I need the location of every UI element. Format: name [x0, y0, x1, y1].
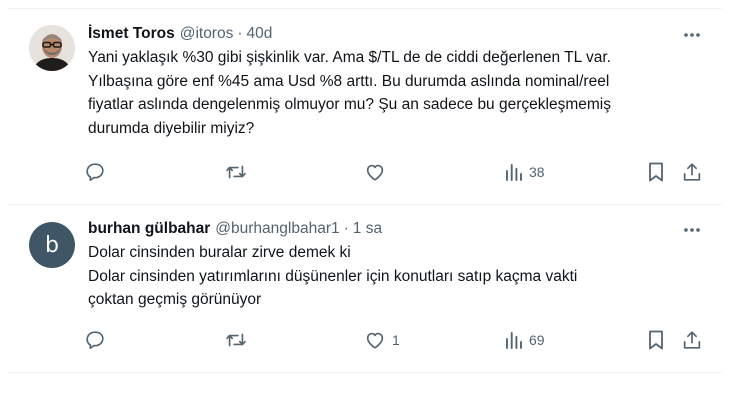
like-button[interactable]: 1 — [364, 328, 400, 352]
more-options-button[interactable] — [680, 25, 704, 45]
tweet-actions: 1 69 — [8, 328, 722, 352]
header-separator: · — [237, 25, 243, 42]
retweet-button[interactable] — [224, 328, 248, 352]
retweet-button[interactable] — [224, 160, 248, 184]
reply-button[interactable] — [84, 160, 106, 184]
heart-icon — [366, 332, 384, 349]
tweet[interactable]: İsmet Toros @itoros · 40d Yani yaklaşık … — [8, 8, 722, 205]
bookmark-button[interactable] — [647, 160, 665, 184]
reply-icon — [86, 331, 104, 350]
tweet[interactable]: b burhan gülbahar @burhanglbahar1 · 1 sa… — [8, 205, 722, 373]
tweet-timestamp[interactable]: 1 sa — [353, 218, 382, 240]
views-icon — [506, 332, 522, 349]
author-name[interactable]: İsmet Toros — [88, 23, 175, 45]
views-button[interactable]: 38 — [505, 160, 545, 184]
bookmark-icon — [649, 330, 663, 350]
tweet-text-line: çoktan geçmiş görünüyor — [88, 291, 262, 308]
share-button[interactable] — [681, 328, 703, 352]
reply-icon — [86, 163, 104, 182]
header-separator: · — [343, 220, 349, 237]
reply-button[interactable] — [84, 328, 106, 352]
tweet-text: Yani yaklaşık %30 gibi şişkinlik var. Am… — [88, 46, 710, 140]
share-button[interactable] — [681, 160, 703, 184]
like-button[interactable] — [364, 160, 392, 184]
tweet-text-line: durumda diyebilir miyiz? — [88, 119, 255, 137]
author-handle[interactable]: @itoros — [180, 23, 234, 45]
tweet-text-line: Yani yaklaşık %30 gibi şişkinlik var. Am… — [88, 49, 611, 66]
tweet-actions: 38 — [8, 160, 722, 184]
views-icon — [506, 164, 522, 181]
tweet-text: Dolar cinsinden buralar zirve demek ki D… — [88, 241, 710, 312]
views-count: 38 — [529, 164, 545, 180]
retweet-icon — [226, 165, 246, 179]
share-icon — [683, 163, 701, 181]
avatar-photo-icon — [29, 25, 75, 71]
author-name[interactable]: burhan gülbahar — [88, 218, 210, 240]
tweet-content: İsmet Toros @itoros · 40d Yani yaklaşık … — [88, 23, 710, 140]
more-horizontal-icon — [684, 228, 700, 232]
tweet-text-line: Dolar cinsinden buralar zirve demek ki — [88, 244, 351, 261]
bookmark-icon — [649, 162, 663, 182]
bookmark-button[interactable] — [647, 328, 665, 352]
tweet-header: burhan gülbahar @burhanglbahar1 · 1 sa — [88, 218, 710, 240]
avatar[interactable]: b — [29, 222, 75, 268]
views-button[interactable]: 69 — [505, 328, 545, 352]
retweet-icon — [226, 333, 246, 347]
timeline: İsmet Toros @itoros · 40d Yani yaklaşık … — [8, 8, 722, 373]
tweet-text-line: Yılbaşına göre enf %45 ama Usd %8 arttı.… — [88, 72, 610, 90]
tweet-text-line: Dolar cinsinden yatırımlarını düşünenler… — [88, 267, 578, 285]
views-count: 69 — [529, 332, 545, 348]
author-handle[interactable]: @burhanglbahar1 — [215, 218, 339, 240]
more-options-button[interactable] — [680, 220, 704, 240]
avatar[interactable] — [29, 25, 75, 71]
more-horizontal-icon — [684, 33, 700, 37]
share-icon — [683, 331, 701, 349]
tweet-text-line: fiyatlar aslında dengelenmiş olmuyor mu?… — [88, 96, 611, 113]
like-count: 1 — [392, 332, 400, 348]
tweet-header: İsmet Toros @itoros · 40d — [88, 23, 710, 45]
tweet-content: burhan gülbahar @burhanglbahar1 · 1 sa D… — [88, 218, 710, 312]
heart-icon — [366, 164, 384, 181]
avatar-letter: b — [45, 232, 59, 258]
tweet-timestamp[interactable]: 40d — [247, 23, 273, 45]
